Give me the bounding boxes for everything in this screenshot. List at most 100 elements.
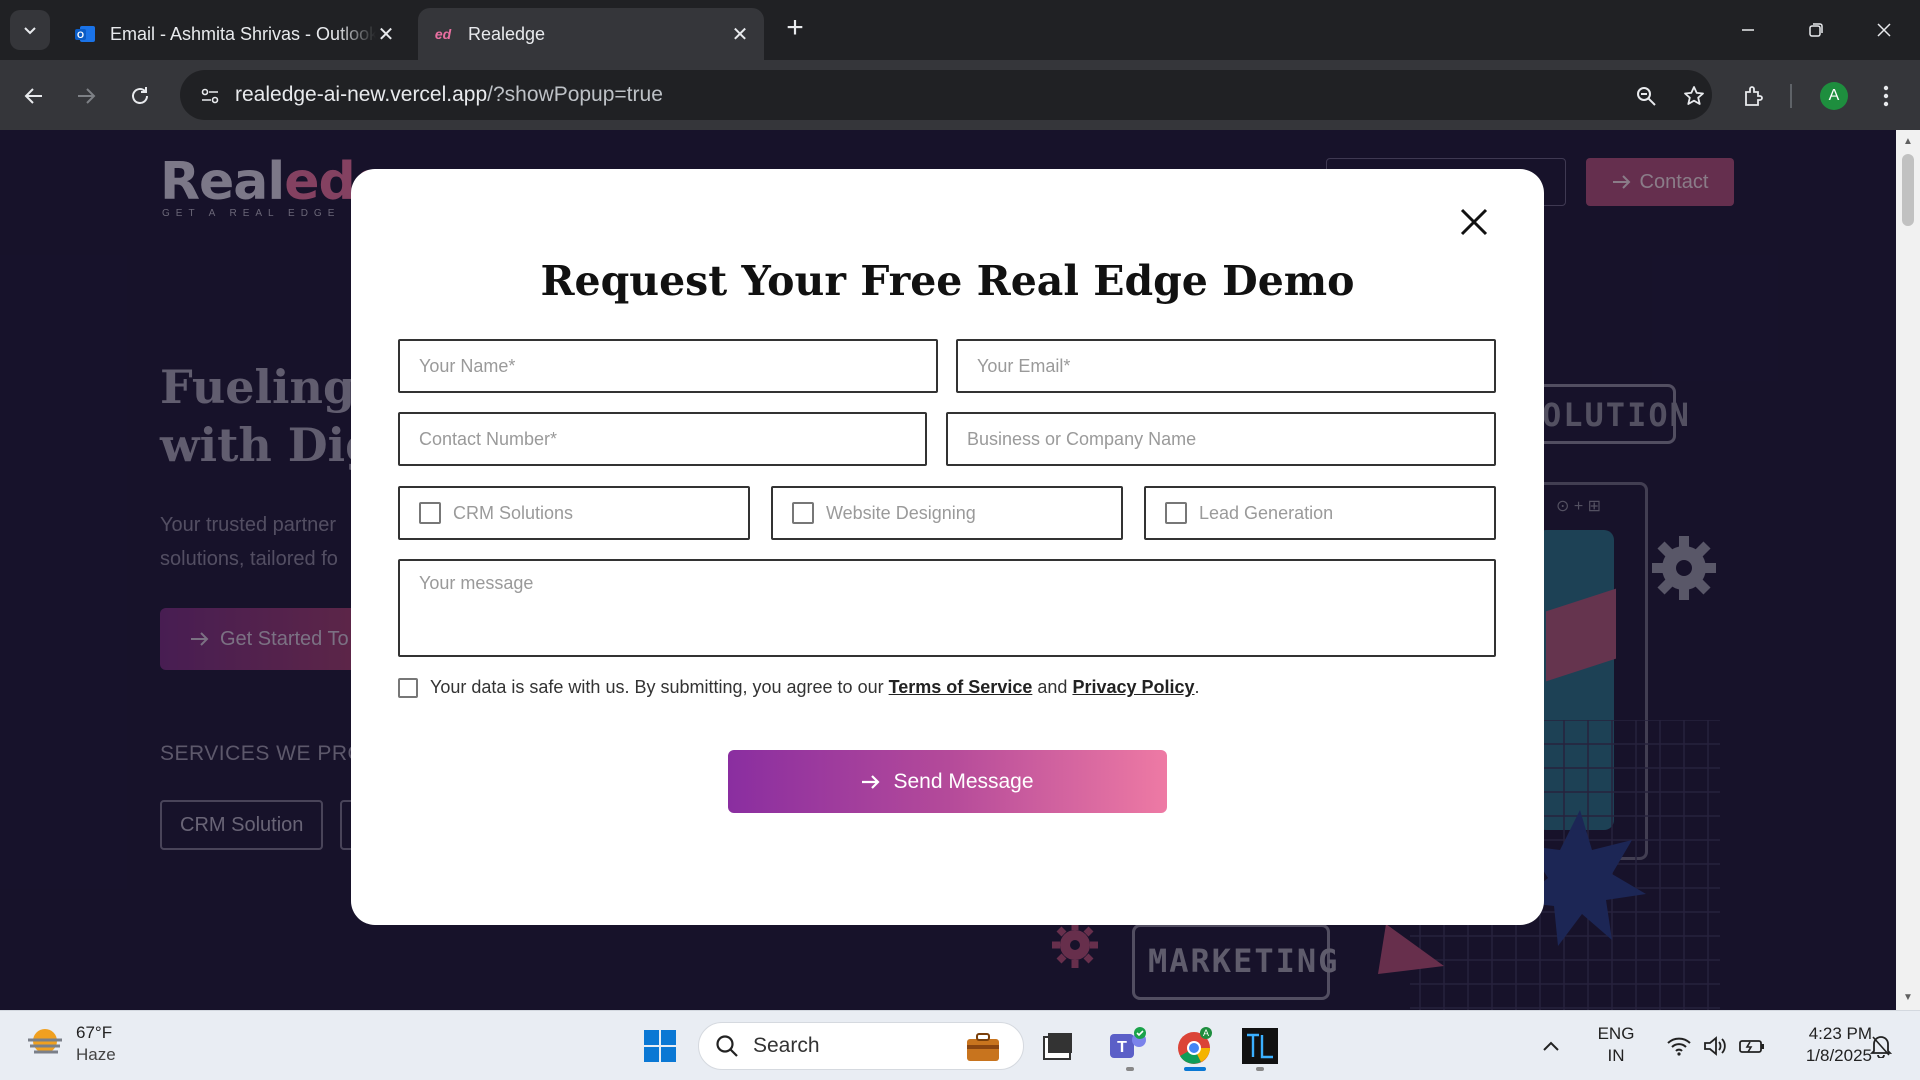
close-icon bbox=[1877, 23, 1891, 37]
consent-checkbox[interactable] bbox=[398, 677, 418, 698]
url-host: realedge-ai-new.vercel.app bbox=[235, 83, 488, 106]
battery-icon bbox=[1739, 1040, 1764, 1053]
arrow-left-icon bbox=[24, 88, 42, 104]
profile-button[interactable]: A bbox=[1814, 76, 1854, 116]
chrome-app[interactable]: A bbox=[1172, 1024, 1216, 1068]
haze-weather-icon bbox=[28, 1029, 62, 1054]
extensions-button[interactable] bbox=[1734, 76, 1774, 116]
page-scrollbar[interactable]: ▲ ▼ bbox=[1896, 130, 1920, 1010]
forward-button[interactable] bbox=[66, 76, 106, 116]
bookmark-star-icon[interactable] bbox=[1678, 80, 1710, 112]
address-bar[interactable]: realedge-ai-new.vercel.app/?showPopup=tr… bbox=[180, 70, 1712, 120]
option-label: CRM Solutions bbox=[453, 502, 574, 523]
option-lead-generation[interactable]: Lead Generation bbox=[1144, 486, 1496, 540]
email-input[interactable]: Your Email* bbox=[956, 339, 1496, 393]
restore-button[interactable] bbox=[1782, 0, 1850, 60]
avatar: A bbox=[1820, 82, 1848, 110]
option-website-designing[interactable]: Website Designing bbox=[771, 486, 1123, 540]
notifications-button[interactable] bbox=[1866, 1024, 1896, 1068]
language-line: IN bbox=[1607, 1046, 1625, 1065]
message-placeholder: Your message bbox=[419, 573, 534, 593]
scrollbar-thumb[interactable] bbox=[1902, 154, 1914, 226]
option-label: Lead Generation bbox=[1199, 502, 1334, 523]
close-icon bbox=[1460, 208, 1488, 236]
phone-placeholder: Contact Number* bbox=[419, 428, 558, 449]
back-button[interactable] bbox=[14, 76, 54, 116]
svg-text:ed: ed bbox=[435, 26, 452, 42]
option-crm-solutions[interactable]: CRM Solutions bbox=[398, 486, 750, 540]
wifi-icon bbox=[1667, 1037, 1691, 1056]
browser-menu-button[interactable] bbox=[1866, 76, 1906, 116]
puzzle-icon bbox=[1745, 86, 1763, 106]
reload-icon bbox=[132, 87, 148, 104]
task-view-app[interactable] bbox=[1036, 1024, 1080, 1068]
weather-text: 67°F Haze bbox=[76, 1021, 116, 1065]
svg-text:A: A bbox=[1203, 1028, 1209, 1038]
terminal-app[interactable] bbox=[1238, 1024, 1282, 1068]
svg-text:T: T bbox=[1117, 1039, 1127, 1056]
running-indicator bbox=[1256, 1067, 1264, 1071]
send-message-button[interactable]: Send Message bbox=[728, 750, 1167, 813]
task-view-icon bbox=[1043, 1033, 1072, 1060]
consent-and: and bbox=[1037, 677, 1068, 697]
search-icon bbox=[716, 1035, 738, 1057]
restore-icon bbox=[1809, 23, 1823, 37]
close-window-button[interactable] bbox=[1850, 0, 1918, 60]
company-input[interactable]: Business or Company Name bbox=[946, 412, 1496, 466]
running-indicator bbox=[1126, 1067, 1134, 1071]
message-textarea[interactable]: Your message bbox=[398, 559, 1496, 657]
taskbar-search[interactable]: Search bbox=[698, 1022, 1024, 1070]
minimize-button[interactable] bbox=[1714, 0, 1782, 60]
consent-row: Your data is safe with us. By submitting… bbox=[398, 677, 1200, 698]
chevron-down-icon bbox=[24, 27, 36, 35]
tab-title: Realedge bbox=[468, 23, 546, 44]
arrow-right-icon bbox=[862, 774, 881, 789]
search-label: Search bbox=[753, 1034, 820, 1057]
consent-sentence: Your data is safe with us. By submitting… bbox=[430, 677, 884, 697]
tab-realedge[interactable]: ed Realedge ✕ bbox=[418, 8, 764, 60]
zoom-icon[interactable] bbox=[1630, 80, 1662, 112]
new-tab-button[interactable]: + bbox=[780, 13, 810, 44]
show-hidden-icons-button[interactable] bbox=[1536, 1024, 1566, 1068]
svg-text:O: O bbox=[77, 30, 84, 40]
browser-toolbar: realedge-ai-new.vercel.app/?showPopup=tr… bbox=[0, 60, 1920, 130]
tab-search-button[interactable] bbox=[10, 10, 50, 50]
scroll-down-icon[interactable]: ▼ bbox=[1902, 992, 1914, 1004]
reload-button[interactable] bbox=[120, 76, 160, 116]
modal-title: Request Your Free Real Edge Demo bbox=[540, 257, 1355, 305]
modal-close-button[interactable] bbox=[1457, 205, 1491, 239]
weather-condition: Haze bbox=[76, 1045, 116, 1064]
name-input[interactable]: Your Name* bbox=[398, 339, 938, 393]
volume-icon bbox=[1704, 1036, 1726, 1056]
checkbox[interactable] bbox=[419, 502, 441, 524]
language-indicator[interactable]: ENG IN bbox=[1596, 1023, 1636, 1067]
minimize-icon bbox=[1742, 29, 1754, 31]
clock[interactable]: 4:23 PM 1/8/2025 bbox=[1776, 1023, 1872, 1067]
checkbox[interactable] bbox=[792, 502, 814, 524]
phone-input[interactable]: Contact Number* bbox=[398, 412, 927, 466]
terms-of-service-link[interactable]: Terms of Service bbox=[889, 677, 1033, 697]
company-placeholder: Business or Company Name bbox=[967, 428, 1197, 449]
tab-strip: O Email - Ashmita Shrivas - Outlook ✕ ed… bbox=[0, 0, 1920, 60]
clock-time: 4:23 PM bbox=[1808, 1024, 1872, 1043]
windows-logo-icon bbox=[644, 1030, 676, 1062]
close-tab-icon[interactable]: ✕ bbox=[376, 24, 396, 46]
teams-app[interactable]: T bbox=[1106, 1024, 1150, 1068]
privacy-policy-link[interactable]: Privacy Policy bbox=[1072, 677, 1194, 697]
site-info-icon[interactable] bbox=[196, 82, 224, 110]
weather-widget[interactable]: 67°F Haze bbox=[26, 1021, 116, 1065]
close-tab-icon[interactable]: ✕ bbox=[730, 24, 750, 46]
active-indicator bbox=[1184, 1067, 1206, 1071]
start-button[interactable] bbox=[638, 1024, 682, 1068]
system-tray-quick-settings[interactable] bbox=[1656, 1024, 1776, 1068]
checkbox[interactable] bbox=[1165, 502, 1187, 524]
realedge-favicon-icon: ed bbox=[432, 23, 454, 45]
consent-text: Your data is safe with us. By submitting… bbox=[430, 677, 1200, 698]
consent-period: . bbox=[1194, 677, 1200, 697]
scroll-up-icon[interactable]: ▲ bbox=[1902, 136, 1914, 148]
send-message-label: Send Message bbox=[893, 769, 1034, 793]
chevron-up-icon bbox=[1543, 1041, 1559, 1051]
clock-date: 1/8/2025 bbox=[1805, 1046, 1872, 1065]
tab-outlook[interactable]: O Email - Ashmita Shrivas - Outlook ✕ bbox=[60, 8, 410, 60]
teams-icon: T bbox=[1110, 1027, 1146, 1058]
